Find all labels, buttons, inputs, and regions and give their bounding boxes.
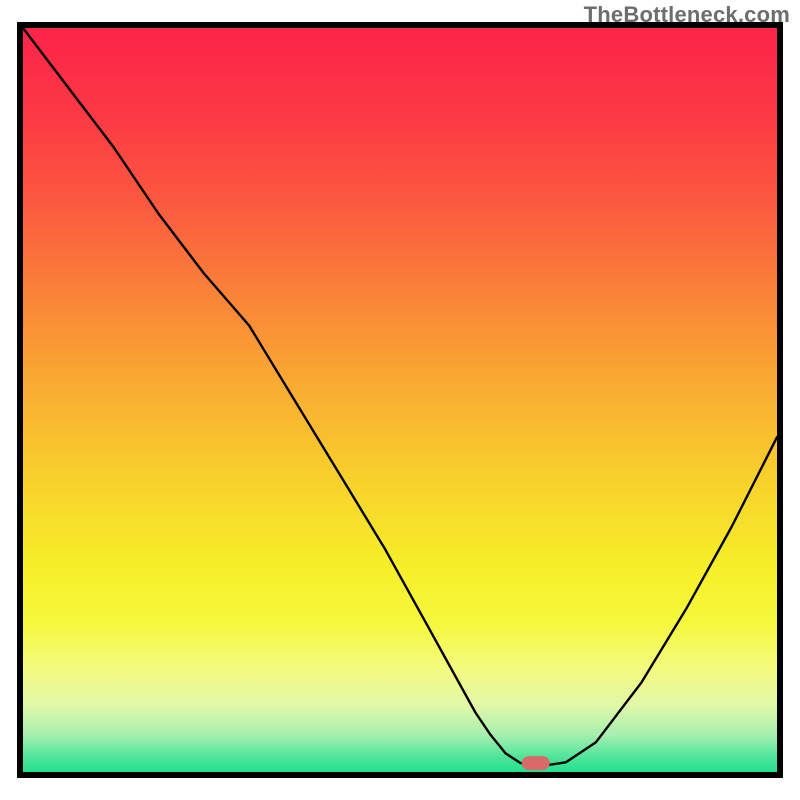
optimal-marker xyxy=(522,756,550,770)
watermark-text: TheBottleneck.com xyxy=(584,2,790,28)
gradient-background xyxy=(23,28,777,772)
bottleneck-chart xyxy=(0,0,800,800)
chart-container: TheBottleneck.com xyxy=(0,0,800,800)
